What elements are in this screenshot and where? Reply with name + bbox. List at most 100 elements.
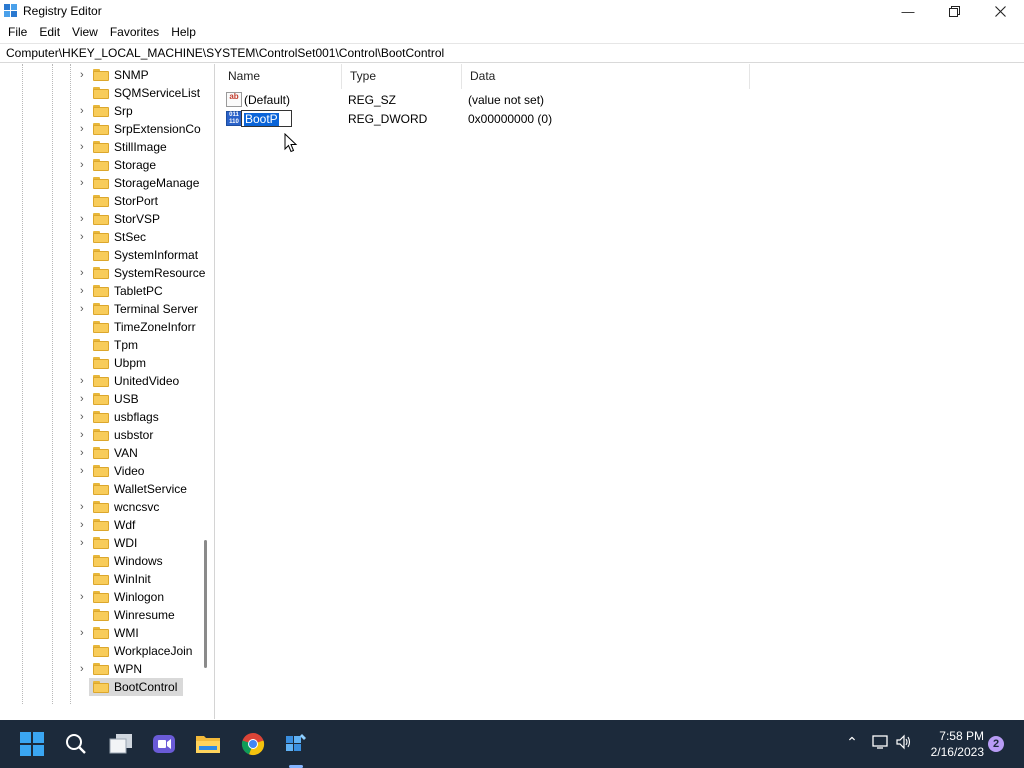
tree-item[interactable]: › TabletPC bbox=[0, 282, 200, 300]
column-header-name[interactable]: Name bbox=[220, 64, 342, 89]
chevron-right-icon[interactable]: › bbox=[80, 176, 90, 190]
tree-item[interactable]: Tpm bbox=[0, 336, 200, 354]
tree-item[interactable]: Windows bbox=[0, 552, 200, 570]
tree-item[interactable]: SystemInformat bbox=[0, 246, 200, 264]
column-header-data[interactable]: Data bbox=[462, 64, 750, 89]
tree-item[interactable]: Ubpm bbox=[0, 354, 200, 372]
tree-item[interactable]: › Video bbox=[0, 462, 200, 480]
menu-edit[interactable]: Edit bbox=[33, 22, 66, 43]
chevron-right-icon[interactable]: › bbox=[80, 68, 90, 82]
tree-item[interactable]: › StillImage bbox=[0, 138, 200, 156]
chrome-button[interactable] bbox=[237, 728, 269, 760]
tree-item-label: StSec bbox=[114, 230, 147, 244]
tree-item[interactable]: › StorVSP bbox=[0, 210, 200, 228]
chevron-right-icon[interactable]: › bbox=[80, 464, 90, 478]
network-icon bbox=[872, 735, 888, 749]
tree-vertical-scrollbar[interactable] bbox=[204, 540, 207, 668]
tree-item[interactable]: › Terminal Server bbox=[0, 300, 200, 318]
menu-help[interactable]: Help bbox=[165, 22, 202, 43]
chevron-right-icon[interactable]: › bbox=[80, 590, 90, 604]
tree-item[interactable]: › SystemResource bbox=[0, 264, 205, 282]
tree-item[interactable]: › UnitedVideo bbox=[0, 372, 200, 390]
chevron-right-icon[interactable]: › bbox=[80, 518, 90, 532]
chevron-right-icon[interactable]: › bbox=[80, 158, 90, 172]
tree-item[interactable]: SQMServiceList bbox=[0, 84, 200, 102]
chevron-right-icon[interactable]: › bbox=[80, 122, 90, 136]
chevron-right-icon[interactable]: › bbox=[80, 446, 90, 460]
volume-button[interactable] bbox=[894, 734, 914, 753]
tree-item[interactable]: › StorageManage bbox=[0, 174, 200, 192]
tree-item[interactable]: › usbflags bbox=[0, 408, 200, 426]
rename-input[interactable]: BootP bbox=[241, 110, 292, 127]
tree-item[interactable]: Winresume bbox=[0, 606, 200, 624]
chevron-right-icon[interactable]: › bbox=[80, 284, 90, 298]
tree-item[interactable]: › WMI bbox=[0, 624, 200, 642]
chevron-right-icon[interactable]: › bbox=[80, 392, 90, 406]
tree-item[interactable]: WalletService bbox=[0, 480, 200, 498]
chevron-right-icon[interactable]: › bbox=[80, 500, 90, 514]
chevron-right-icon[interactable]: › bbox=[80, 140, 90, 154]
network-button[interactable] bbox=[870, 734, 890, 753]
tree-item-label: TimeZoneInforr bbox=[114, 320, 196, 334]
address-bar[interactable]: Computer\HKEY_LOCAL_MACHINE\SYSTEM\Contr… bbox=[0, 43, 1024, 63]
registry-editor-taskbar-button[interactable] bbox=[280, 728, 312, 760]
folder-icon bbox=[93, 483, 109, 495]
tree-item[interactable]: › Wdf bbox=[0, 516, 200, 534]
value-row[interactable]: ab (Default) REG_SZ (value not set) bbox=[220, 90, 1020, 109]
chevron-right-icon[interactable]: › bbox=[80, 104, 90, 118]
menu-file[interactable]: File bbox=[2, 22, 33, 43]
tree-item[interactable]: › Winlogon bbox=[0, 588, 200, 606]
tree-item[interactable]: WorkplaceJoin bbox=[0, 642, 200, 660]
value-row[interactable]: 011 110 BootP REG_DWORD 0x00000000 (0) bbox=[220, 109, 1020, 128]
chevron-right-icon[interactable]: › bbox=[80, 302, 90, 316]
file-explorer-button[interactable] bbox=[192, 728, 224, 760]
chevron-right-icon[interactable]: › bbox=[80, 374, 90, 388]
string-value-icon: ab bbox=[226, 92, 242, 107]
chevron-right-icon[interactable]: › bbox=[80, 428, 90, 442]
chevron-right-icon[interactable]: › bbox=[80, 212, 90, 226]
tree-item-label: Windows bbox=[114, 554, 163, 568]
tree-item-label: WMI bbox=[114, 626, 139, 640]
start-button[interactable] bbox=[16, 728, 48, 760]
tree-item[interactable]: › WPN bbox=[0, 660, 200, 678]
close-button[interactable] bbox=[977, 0, 1023, 22]
show-hidden-icons-button[interactable]: ⌃ bbox=[842, 734, 862, 751]
column-header-type[interactable]: Type bbox=[342, 64, 462, 89]
meet-button[interactable] bbox=[148, 728, 180, 760]
chevron-right-icon[interactable]: › bbox=[80, 626, 90, 640]
tree-item[interactable]: › VAN bbox=[0, 444, 200, 462]
tree-item[interactable]: › usbstor bbox=[0, 426, 200, 444]
values-pane[interactable]: Name Type Data ab (Default) REG_SZ (valu… bbox=[220, 64, 1024, 719]
task-view-button[interactable] bbox=[105, 728, 137, 760]
tree-item[interactable]: TimeZoneInforr bbox=[0, 318, 200, 336]
folder-icon bbox=[93, 177, 109, 189]
notification-badge[interactable]: 2 bbox=[988, 736, 1004, 752]
chevron-right-icon[interactable]: › bbox=[80, 266, 90, 280]
chevron-right-icon[interactable]: › bbox=[80, 536, 90, 550]
tree-item[interactable]: › SrpExtensionCo bbox=[0, 120, 201, 138]
tree-item[interactable]: WinInit bbox=[0, 570, 200, 588]
menu-favorites[interactable]: Favorites bbox=[104, 22, 165, 43]
tree-item[interactable]: › WDI bbox=[0, 534, 200, 552]
chevron-right-icon[interactable]: › bbox=[80, 410, 90, 424]
clock[interactable]: 7:58 PM 2/16/2023 bbox=[920, 728, 984, 760]
tree-item[interactable]: › USB bbox=[0, 390, 200, 408]
folder-icon bbox=[93, 681, 109, 693]
rename-input-text: BootP bbox=[244, 112, 279, 126]
chevron-right-icon[interactable]: › bbox=[80, 662, 90, 676]
tree-item[interactable]: › SNMP bbox=[0, 66, 200, 84]
maximize-button[interactable] bbox=[931, 0, 977, 22]
tree-item[interactable]: BootControl bbox=[0, 678, 200, 696]
tree-item[interactable]: StorPort bbox=[0, 192, 200, 210]
chevron-right-icon[interactable]: › bbox=[80, 230, 90, 244]
tree-item[interactable]: › Srp bbox=[0, 102, 200, 120]
mouse-cursor-icon bbox=[284, 133, 298, 153]
tree-item[interactable]: › StSec bbox=[0, 228, 200, 246]
minimize-button[interactable]: — bbox=[885, 0, 931, 22]
key-tree-pane[interactable]: › SNMP SQMServiceList › Srp › SrpExtensionCo › S… bbox=[0, 64, 215, 719]
search-button[interactable] bbox=[60, 728, 92, 760]
folder-icon bbox=[93, 591, 109, 603]
tree-item[interactable]: › Storage bbox=[0, 156, 200, 174]
menu-view[interactable]: View bbox=[66, 22, 104, 43]
tree-item[interactable]: › wcncsvc bbox=[0, 498, 200, 516]
